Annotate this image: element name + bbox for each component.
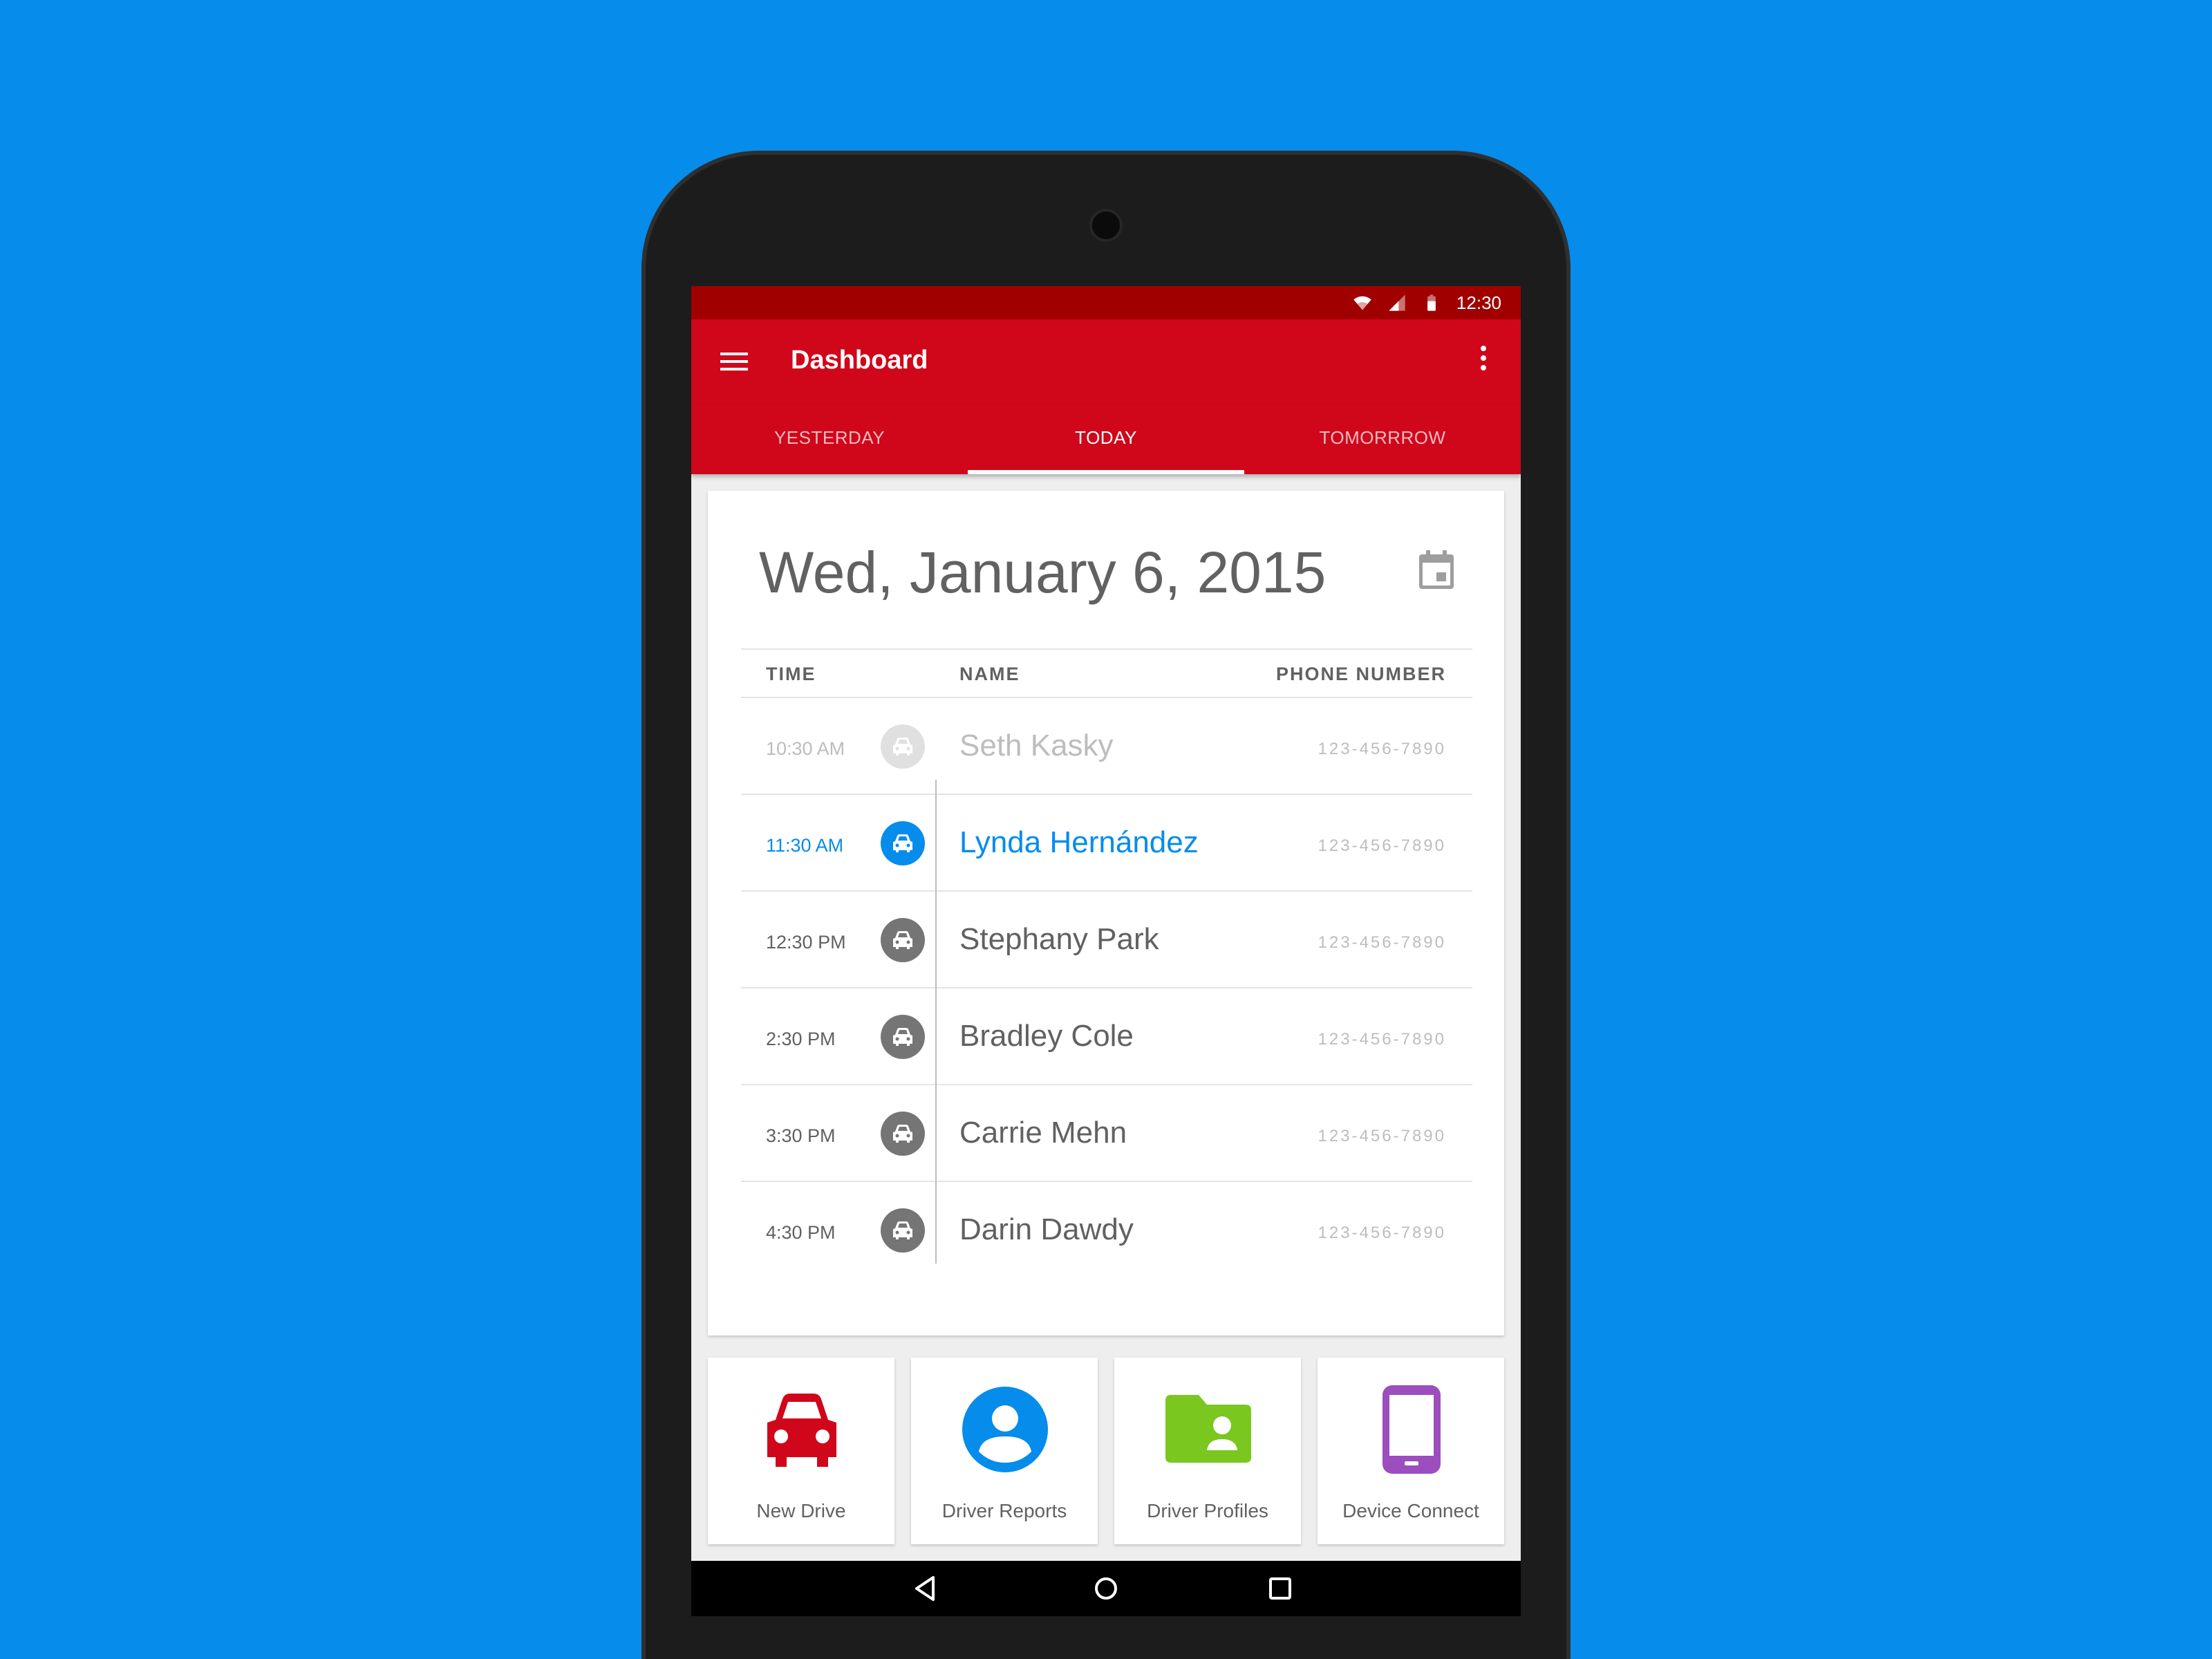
schedule-table: TIME NAME PHONE NUMBER 10:30 AM Seth Kas…	[741, 648, 1472, 1279]
car-icon	[881, 821, 925, 865]
folder-user-icon	[1165, 1395, 1251, 1463]
app-bar: Dashboard	[691, 319, 1521, 405]
front-camera	[1089, 209, 1123, 242]
header-phone: PHONE NUMBER	[1275, 664, 1446, 684]
header-time: TIME	[766, 664, 816, 684]
row-name: Stephany Park	[959, 922, 1159, 956]
row-phone: 123-456-7890	[1318, 1224, 1446, 1242]
table-row[interactable]: 4:30 PM Darin Dawdy 123-456-7890	[741, 1182, 1472, 1279]
car-icon	[881, 724, 925, 769]
car-icon	[881, 1015, 925, 1059]
status-time: 12:30	[1456, 292, 1501, 313]
tab-tomorrow[interactable]: TOMORRROW	[1244, 405, 1521, 474]
menu-icon[interactable]	[719, 350, 749, 373]
row-phone: 123-456-7890	[1318, 1030, 1446, 1049]
row-name: Seth Kasky	[959, 729, 1114, 762]
row-phone: 123-456-7890	[1318, 740, 1446, 758]
new-drive-tile[interactable]: New Drive	[708, 1358, 894, 1544]
table-row[interactable]: 10:30 AM Seth Kasky 123-456-7890	[741, 698, 1472, 795]
row-time: 4:30 PM	[766, 1222, 836, 1243]
table-row[interactable]: 11:30 AM Lynda Hernández 123-456-7890	[741, 795, 1472, 892]
table-body: 10:30 AM Seth Kasky 123-456-7890 11:30 A…	[741, 698, 1472, 1279]
screen: 12:30 Dashboard YESTERDAY TODAY TOMORRRO…	[691, 286, 1521, 1616]
system-nav-bar	[691, 1561, 1521, 1616]
row-name: Carrie Mehn	[959, 1116, 1127, 1150]
car-icon	[881, 918, 925, 962]
tab-yesterday[interactable]: YESTERDAY	[691, 405, 968, 474]
shortcut-tiles: New Drive Driver Reports Driver Profiles	[708, 1358, 1504, 1544]
driver-reports-tile[interactable]: Driver Reports	[911, 1358, 1098, 1544]
row-time: 12:30 PM	[766, 932, 846, 953]
cell-signal-icon	[1389, 294, 1405, 311]
row-time: 11:30 AM	[766, 835, 844, 856]
row-phone: 123-456-7890	[1318, 1127, 1446, 1145]
home-icon[interactable]	[1091, 1573, 1121, 1604]
account-circle-icon	[962, 1387, 1048, 1472]
device-connect-tile[interactable]: Device Connect	[1318, 1358, 1504, 1544]
tile-label: New Drive	[756, 1500, 846, 1521]
app-title: Dashboard	[791, 346, 928, 375]
row-time: 3:30 PM	[766, 1125, 836, 1146]
tile-label: Driver Reports	[941, 1500, 1067, 1521]
row-phone: 123-456-7890	[1318, 933, 1446, 952]
row-name: Darin Dawdy	[959, 1212, 1134, 1246]
back-icon[interactable]	[911, 1573, 941, 1604]
schedule-date: Wed, January 6, 2015	[759, 540, 1327, 605]
row-time: 10:30 AM	[766, 738, 845, 759]
row-name: Bradley Cole	[959, 1019, 1134, 1053]
tile-label: Device Connect	[1342, 1500, 1479, 1521]
row-name: Lynda Hernández	[959, 825, 1199, 859]
wifi-icon	[1353, 296, 1371, 310]
table-row[interactable]: 3:30 PM Carrie Mehn 123-456-7890	[741, 1085, 1472, 1182]
phone-icon	[1382, 1385, 1441, 1474]
car-icon	[881, 1112, 925, 1156]
tablet-device: 12:30 Dashboard YESTERDAY TODAY TOMORRRO…	[641, 151, 1571, 1659]
battery-icon	[1427, 294, 1436, 311]
car-icon	[881, 1208, 925, 1253]
schedule-card: Wed, January 6, 2015 TIME NAME PHONE NUM…	[708, 491, 1504, 1335]
header-name: NAME	[959, 664, 1020, 684]
tile-label: Driver Profiles	[1147, 1500, 1268, 1521]
recent-apps-icon[interactable]	[1265, 1573, 1295, 1604]
row-phone: 123-456-7890	[1318, 836, 1446, 855]
calendar-icon[interactable]	[1417, 549, 1456, 590]
driver-profiles-tile[interactable]: Driver Profiles	[1114, 1358, 1301, 1544]
table-row[interactable]: 2:30 PM Bradley Cole 123-456-7890	[741, 988, 1472, 1085]
timeline-line	[935, 780, 937, 1264]
row-time: 2:30 PM	[766, 1029, 836, 1049]
tab-today[interactable]: TODAY	[968, 405, 1244, 474]
table-header: TIME NAME PHONE NUMBER	[741, 648, 1472, 698]
car-icon	[767, 1394, 836, 1467]
table-row[interactable]: 12:30 PM Stephany Park 123-456-7890	[741, 892, 1472, 988]
date-tabs: YESTERDAY TODAY TOMORRROW	[691, 405, 1521, 474]
more-vert-icon[interactable]	[1478, 344, 1489, 372]
status-bar: 12:30	[691, 286, 1521, 319]
